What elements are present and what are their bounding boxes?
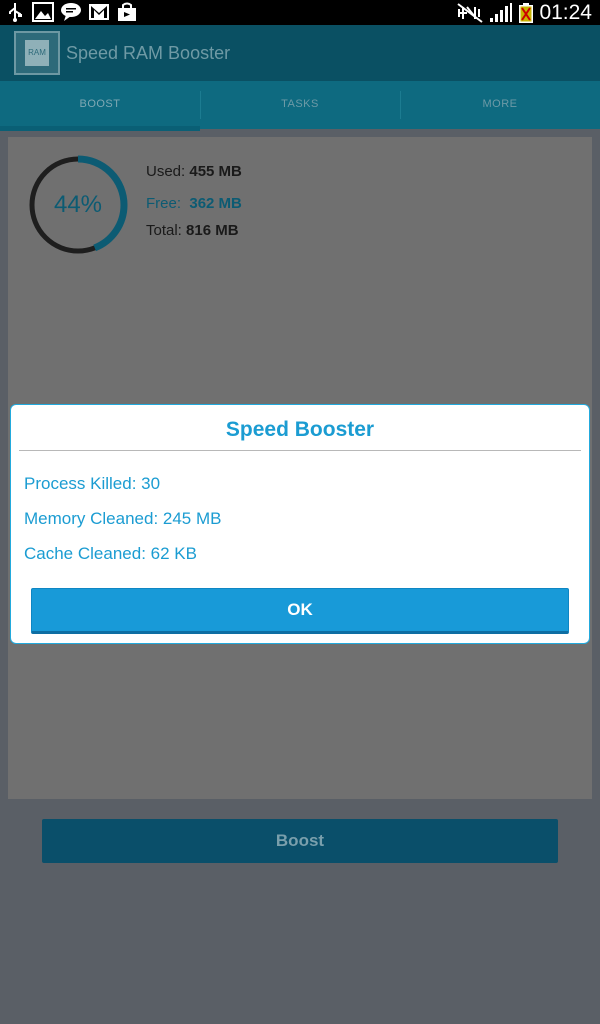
memory-used: Used: 455 MB	[146, 163, 242, 180]
memory-cleaned-text: Memory Cleaned: 245 MB	[24, 509, 222, 528]
gmail-icon	[89, 4, 109, 20]
memory-total-value: 816 MB	[186, 222, 239, 239]
dialog-divider	[19, 450, 581, 451]
tab-boost[interactable]: BOOST	[0, 81, 200, 131]
memory-used-label: Used:	[146, 163, 186, 180]
mute-icon	[457, 2, 484, 23]
app-title: Speed RAM Booster	[66, 43, 231, 63]
memory-free: Free: 362 MB	[146, 195, 242, 212]
tab-bar: BOOST TASKS MORE	[0, 81, 600, 131]
speed-booster-dialog: Speed Booster Process Killed: 30 Memory …	[10, 404, 590, 644]
status-bar: 01:24	[0, 0, 600, 25]
memory-usage-ring: 44%	[28, 155, 128, 255]
boost-button[interactable]: Boost	[42, 819, 558, 863]
memory-free-value: 362 MB	[189, 195, 242, 212]
process-killed-text: Process Killed: 30	[24, 474, 161, 493]
memory-free-label: Free:	[146, 195, 182, 212]
cache-cleaned-text: Cache Cleaned: 62 KB	[24, 544, 197, 563]
notification-icons	[4, 2, 138, 22]
shopping-bag-icon	[118, 2, 136, 21]
app-bar: RAM Speed RAM Booster	[0, 25, 600, 81]
chat-icon	[61, 3, 81, 21]
gallery-icon	[32, 2, 54, 22]
memory-percent: 44%	[53, 191, 103, 218]
usb-icon	[9, 3, 22, 22]
battery-icon	[519, 2, 534, 23]
dialog-title: Speed Booster	[225, 418, 375, 441]
memory-used-value: 455 MB	[189, 163, 242, 180]
system-icons: 01:24	[457, 0, 592, 25]
signal-icon	[490, 2, 513, 22]
clock: 01:24	[539, 0, 592, 24]
memory-total-label: Total:	[146, 222, 182, 239]
memory-total: Total: 816 MB	[146, 222, 239, 239]
ok-button[interactable]: OK	[31, 588, 569, 634]
ram-chip-icon: RAM	[25, 40, 49, 66]
tab-tasks[interactable]: TASKS	[200, 81, 400, 129]
app-logo: RAM	[14, 31, 60, 75]
tab-more[interactable]: MORE	[400, 81, 600, 129]
